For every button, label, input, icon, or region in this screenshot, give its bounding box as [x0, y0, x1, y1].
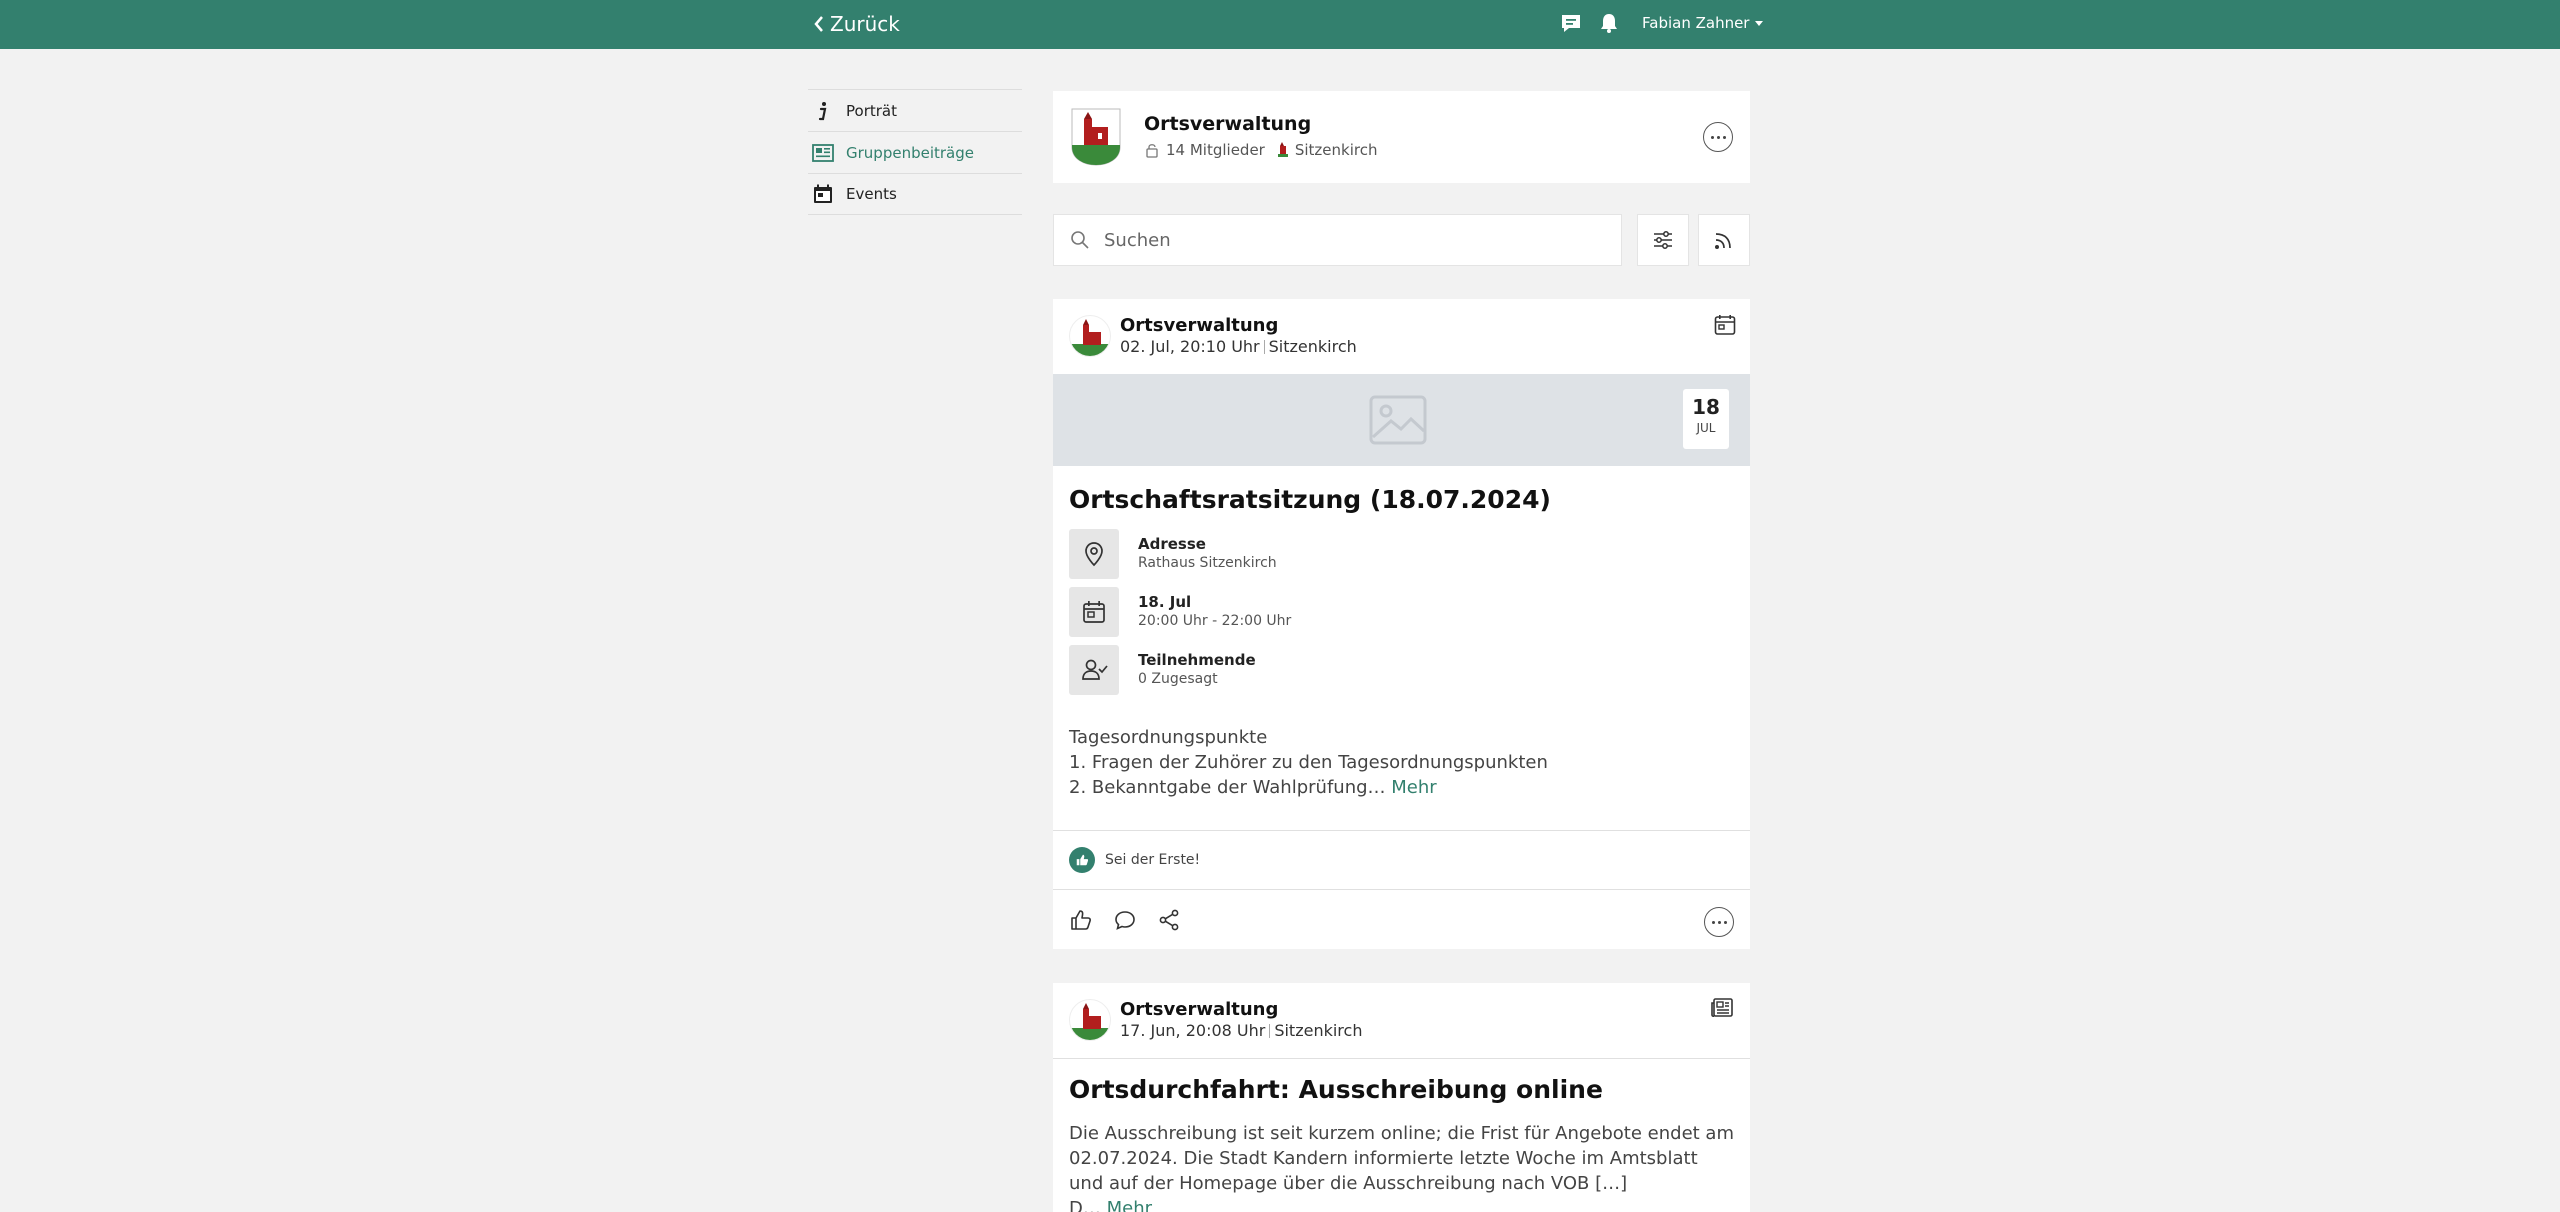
- back-label: Zurück: [830, 12, 900, 36]
- newspaper-icon: [812, 143, 834, 162]
- user-check-icon: [1069, 645, 1119, 695]
- post-time: 17. Jun, 20:08 Uhr: [1120, 1021, 1266, 1040]
- info-value: 0 Zugesagt: [1138, 671, 1218, 687]
- post-author[interactable]: Ortsverwaltung: [1120, 999, 1278, 1020]
- desc-line: 2. Bekanntgabe der Wahlprüfung…: [1069, 777, 1392, 798]
- article-post-card: Ortsverwaltung 17. Jun, 20:08 Uhr Sitzenk…: [1053, 983, 1750, 1212]
- divider: [1053, 830, 1750, 831]
- article-text: Die Ausschreibung ist seit kurzem online…: [1069, 1121, 1734, 1212]
- chevron-left-icon: [814, 16, 823, 32]
- group-crest-icon: [1070, 319, 1110, 356]
- user-name: Fabian Zahner: [1642, 14, 1750, 32]
- member-count: 14 Mitglieder: [1166, 141, 1265, 159]
- event-date-badge: 18 JUL: [1683, 389, 1729, 449]
- info-value: Rathaus Sitzenkirch: [1138, 555, 1277, 571]
- group-meta: 14 Mitglieder Sitzenkirch: [1144, 141, 1377, 159]
- post-location: Sitzenkirch: [1268, 337, 1357, 356]
- divider: [1053, 889, 1750, 890]
- newspaper-icon: [1711, 998, 1733, 1017]
- post-actions: [1069, 908, 1181, 932]
- lock-open-icon: [1146, 144, 1158, 158]
- calendar-icon: [1069, 587, 1119, 637]
- info-value: 20:00 Uhr - 22:00 Uhr: [1138, 613, 1292, 629]
- desc-line: 1. Fragen der Zuhörer zu den Tagesordnun…: [1069, 752, 1548, 773]
- like-icon[interactable]: [1069, 908, 1093, 932]
- sidebar-item-label: Events: [846, 185, 897, 203]
- sidebar-item-events[interactable]: Events: [808, 173, 1022, 215]
- post-meta: 02. Jul, 20:10 Uhr Sitzenkirch: [1120, 337, 1357, 356]
- post-meta: 17. Jun, 20:08 Uhr Sitzenkirch: [1120, 1021, 1362, 1040]
- info-label: Teilnehmende: [1138, 651, 1256, 669]
- sidebar: Porträt Gruppenbeiträge Events: [808, 89, 1022, 215]
- location-crest-icon: [1277, 142, 1288, 157]
- event-post-card: Ortsverwaltung 02. Jul, 20:10 Uhr Sitzenk…: [1053, 299, 1750, 949]
- sliders-icon: [1654, 231, 1672, 249]
- filter-button[interactable]: [1637, 214, 1689, 266]
- event-address-row: Adresse Rathaus Sitzenkirch: [1069, 529, 1669, 579]
- calendar-icon: [1714, 315, 1736, 335]
- event-participants-row[interactable]: Teilnehmende 0 Zugesagt: [1069, 645, 1669, 695]
- reaction-summary: Sei der Erste!: [1069, 847, 1200, 873]
- event-date-row: 18. Jul 20:00 Uhr - 22:00 Uhr: [1069, 587, 1669, 637]
- sidebar-item-portraet[interactable]: Porträt: [808, 89, 1022, 131]
- top-icons: [1560, 12, 1620, 34]
- rss-button[interactable]: [1698, 214, 1750, 266]
- search-input[interactable]: [1104, 229, 1584, 251]
- group-title[interactable]: Ortsverwaltung: [1144, 113, 1311, 135]
- post-more-button[interactable]: [1704, 907, 1734, 937]
- chat-icon[interactable]: [1560, 12, 1582, 34]
- info-icon: [818, 101, 827, 120]
- avatar[interactable]: [1069, 999, 1111, 1041]
- post-location: Sitzenkirch: [1274, 1021, 1363, 1040]
- bell-icon[interactable]: [1598, 12, 1620, 34]
- event-banner: 18 JUL: [1053, 374, 1750, 466]
- back-button[interactable]: Zurück: [812, 12, 900, 36]
- group-header-card: Ortsverwaltung 14 Mitglieder Sitzenkirch: [1053, 91, 1750, 183]
- top-bar: Zurück Fabian Zahner: [0, 0, 2560, 49]
- sidebar-item-label: Porträt: [846, 101, 897, 120]
- location-pin-icon: [1069, 529, 1119, 579]
- divider: [1053, 1058, 1750, 1059]
- share-icon[interactable]: [1157, 908, 1181, 932]
- comment-icon[interactable]: [1113, 908, 1137, 932]
- group-crest-icon: [1070, 1003, 1110, 1040]
- desc-line: Tagesordnungspunkte: [1069, 727, 1268, 748]
- group-more-button[interactable]: [1703, 122, 1733, 152]
- more-link[interactable]: Mehr: [1107, 1198, 1152, 1212]
- post-time: 02. Jul, 20:10 Uhr: [1120, 337, 1260, 356]
- event-title[interactable]: Ortschaftsratsitzung (18.07.2024): [1069, 485, 1551, 514]
- sidebar-item-label: Gruppenbeiträge: [846, 143, 974, 162]
- more-link[interactable]: Mehr: [1391, 777, 1436, 798]
- article-title[interactable]: Ortsdurchfahrt: Ausschreibung online: [1069, 1075, 1603, 1104]
- post-author[interactable]: Ortsverwaltung: [1120, 315, 1278, 336]
- rss-icon: [1715, 233, 1731, 249]
- event-date-month: JUL: [1696, 421, 1716, 435]
- search-icon: [1071, 231, 1089, 249]
- info-label: 18. Jul: [1138, 593, 1192, 611]
- thumbs-up-badge-icon: [1069, 847, 1095, 873]
- sidebar-item-gruppenbeitraege[interactable]: Gruppenbeiträge: [808, 131, 1022, 173]
- avatar[interactable]: [1069, 315, 1111, 357]
- user-menu[interactable]: Fabian Zahner: [1642, 14, 1764, 32]
- group-crest-icon: [1071, 108, 1121, 166]
- article-body: Die Ausschreibung ist seit kurzem online…: [1069, 1123, 1734, 1194]
- event-date-day: 18: [1692, 395, 1720, 419]
- caret-down-icon: [1755, 20, 1764, 26]
- info-label: Adresse: [1138, 535, 1206, 553]
- group-location: Sitzenkirch: [1294, 141, 1378, 159]
- event-description: Tagesordnungspunkte 1. Fragen der Zuhöre…: [1069, 725, 1729, 800]
- article-tail: D…: [1069, 1198, 1107, 1212]
- reaction-text: Sei der Erste!: [1105, 852, 1201, 868]
- image-placeholder-icon: [1369, 395, 1427, 445]
- calendar-icon: [814, 184, 832, 203]
- search-box: [1053, 214, 1622, 266]
- desc-line-last: 2. Bekanntgabe der Wahlprüfung… Mehr: [1069, 775, 1729, 800]
